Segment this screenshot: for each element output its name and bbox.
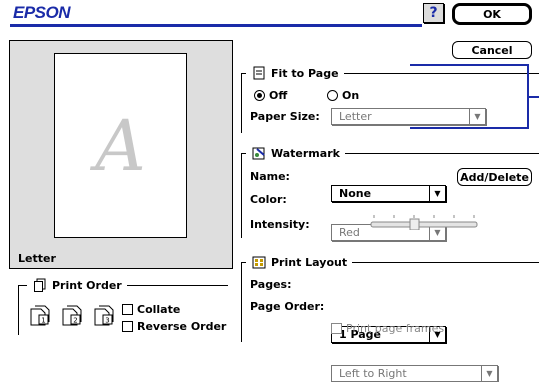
collate-checkbox[interactable]: Collate	[122, 303, 180, 316]
reverse-order-checkbox[interactable]: Reverse Order	[122, 320, 226, 333]
fit-to-page-rule-left	[241, 73, 242, 133]
print-order-title: Print Order	[27, 277, 127, 293]
print-layout-rule-left	[241, 262, 242, 342]
callout-lines	[410, 64, 539, 129]
intensity-slider[interactable]	[369, 212, 479, 230]
page-stack-icon-2-number: 2	[73, 317, 77, 325]
page-order-select[interactable]: Left to Right ▼	[331, 365, 498, 382]
epson-logo: EPSON	[13, 3, 71, 22]
ok-button[interactable]: OK	[455, 6, 529, 22]
fit-to-page-title: Fit to Page	[246, 65, 344, 81]
chevron-down-icon: ▼	[429, 186, 445, 201]
page-stack-icon-3: 3	[91, 305, 117, 327]
fit-on-radio[interactable]: On	[327, 89, 359, 102]
help-icon: ?	[429, 5, 438, 21]
fit-on-label: On	[342, 89, 360, 102]
chevron-down-icon: ▼	[481, 366, 497, 381]
intensity-label: Intensity:	[250, 218, 310, 231]
page-stack-icon-3-number: 3	[105, 317, 109, 325]
watermark-title: Watermark	[246, 145, 345, 161]
intensity-slider-thumb	[409, 218, 420, 230]
watermark-rule-left	[241, 153, 242, 238]
paper-size-label: Paper Size:	[250, 110, 320, 123]
fit-off-radio-dot[interactable]	[254, 90, 265, 101]
print-order-page-icons: 1 2 3	[27, 305, 117, 327]
watermark-color-label: Color:	[250, 193, 287, 206]
page-stack-icon-1: 1	[27, 305, 53, 327]
reverse-order-check[interactable]	[122, 321, 133, 332]
fit-on-radio-dot[interactable]	[327, 90, 338, 101]
print-layout-label: Print Layout	[271, 255, 348, 269]
paper-size-value: Letter	[339, 110, 372, 123]
print-layout-title: Print Layout	[246, 254, 353, 270]
watermark-color-value: Red	[339, 226, 360, 239]
fit-off-label: Off	[269, 89, 288, 102]
reverse-order-label: Reverse Order	[137, 320, 227, 333]
print-page-frames-checkbox[interactable]: Print page frames	[331, 322, 444, 335]
preview-page: A	[54, 53, 187, 238]
watermark-icon	[251, 145, 267, 161]
cancel-button[interactable]: Cancel	[452, 41, 532, 59]
collate-label: Collate	[137, 303, 181, 316]
add-delete-button[interactable]: Add/Delete	[457, 168, 532, 186]
fit-off-radio[interactable]: Off	[254, 89, 287, 102]
fit-to-page-label: Fit to Page	[271, 66, 339, 80]
watermark-label: Watermark	[271, 146, 340, 160]
print-order-icon	[32, 277, 48, 293]
watermark-name-select[interactable]: None ▼	[331, 185, 446, 202]
pages-label: Pages:	[250, 278, 292, 291]
print-order-rule-left	[18, 285, 19, 335]
collate-check[interactable]	[122, 304, 133, 315]
page-stack-icon-1-number: 1	[41, 317, 45, 325]
help-button[interactable]: ?	[423, 3, 444, 23]
preview-paper-label: Letter	[18, 252, 56, 265]
watermark-name-label: Name:	[250, 170, 290, 183]
preview-page-glyph: A	[95, 104, 146, 187]
fit-page-icon	[251, 65, 267, 81]
print-page-frames-check[interactable]	[331, 323, 342, 334]
page-order-value: Left to Right	[339, 367, 407, 380]
print-order-label: Print Order	[52, 278, 122, 292]
print-page-frames-label: Print page frames	[346, 322, 445, 335]
logo-rule	[10, 24, 422, 27]
print-layout-icon	[251, 254, 267, 270]
page-order-label: Page Order:	[250, 300, 325, 313]
page-stack-icon-2: 2	[59, 305, 85, 327]
watermark-name-value: None	[339, 187, 372, 200]
